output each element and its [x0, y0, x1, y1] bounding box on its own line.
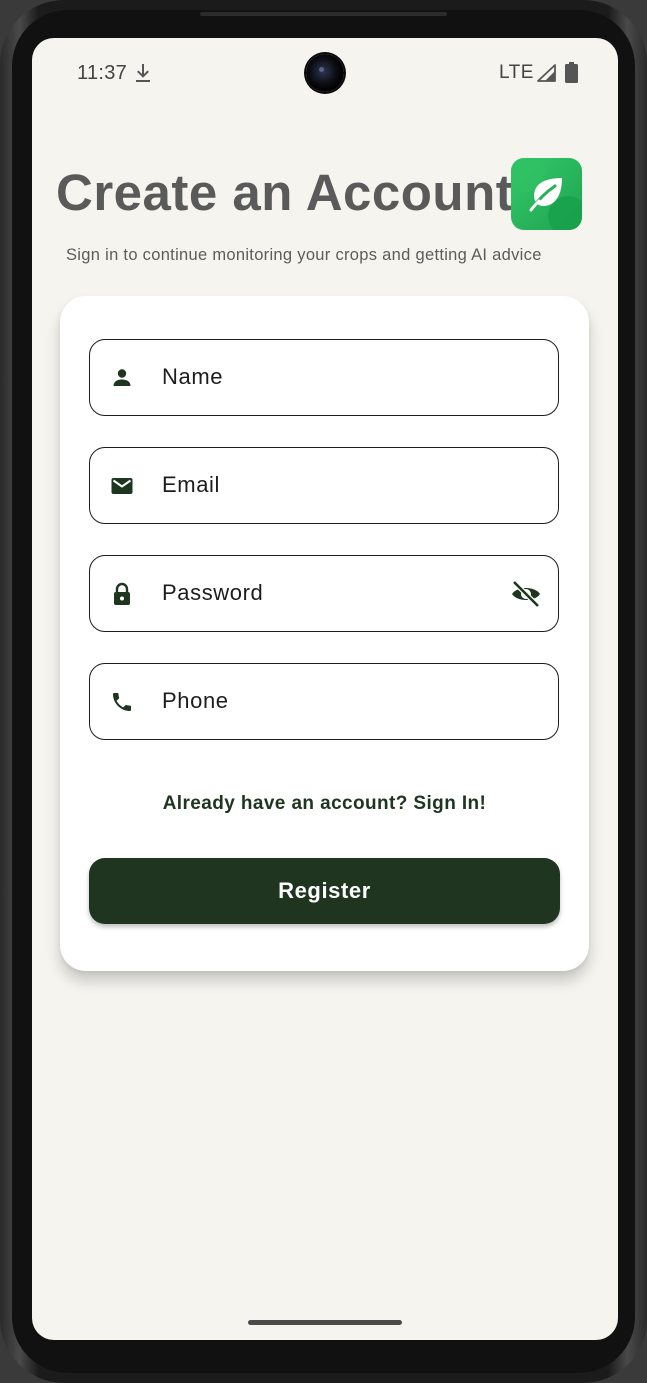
- app-screen: 11:37 LTE Create an Account Sign in to c…: [32, 38, 618, 1340]
- email-input[interactable]: [162, 466, 492, 504]
- register-button[interactable]: Register: [89, 858, 560, 924]
- battery-icon: [565, 62, 578, 83]
- phone-icon: [113, 693, 131, 711]
- phone-field[interactable]: [89, 663, 559, 740]
- name-input[interactable]: [162, 358, 492, 396]
- leaf-icon: [529, 178, 562, 212]
- phone-frame: 11:37 LTE Create an Account Sign in to c…: [0, 0, 647, 1383]
- network-type: LTE: [499, 62, 534, 83]
- mail-icon: [111, 478, 133, 494]
- eye-off-icon[interactable]: [510, 580, 542, 608]
- password-field[interactable]: [89, 555, 559, 632]
- person-icon: [113, 369, 131, 386]
- sign-in-link[interactable]: Already have an account? Sign In!: [60, 793, 589, 815]
- front-camera: [306, 54, 344, 92]
- status-time: 11:37: [77, 62, 128, 84]
- download-icon: [136, 64, 150, 82]
- status-bar: 11:37 LTE: [32, 38, 618, 108]
- signal-icon: [537, 64, 556, 82]
- lock-icon: [114, 582, 130, 605]
- password-input[interactable]: [162, 574, 492, 612]
- name-field[interactable]: [89, 339, 559, 416]
- page-subtitle: Sign in to continue monitoring your crop…: [66, 246, 542, 264]
- page-title: Create an Account: [56, 164, 514, 221]
- registration-card: Already have an account? Sign In! Regist…: [60, 296, 589, 971]
- phone-input[interactable]: [162, 682, 492, 720]
- app-logo: [511, 158, 582, 230]
- earpiece-speaker: [200, 12, 447, 16]
- email-field[interactable]: [89, 447, 559, 524]
- home-indicator[interactable]: [248, 1320, 402, 1325]
